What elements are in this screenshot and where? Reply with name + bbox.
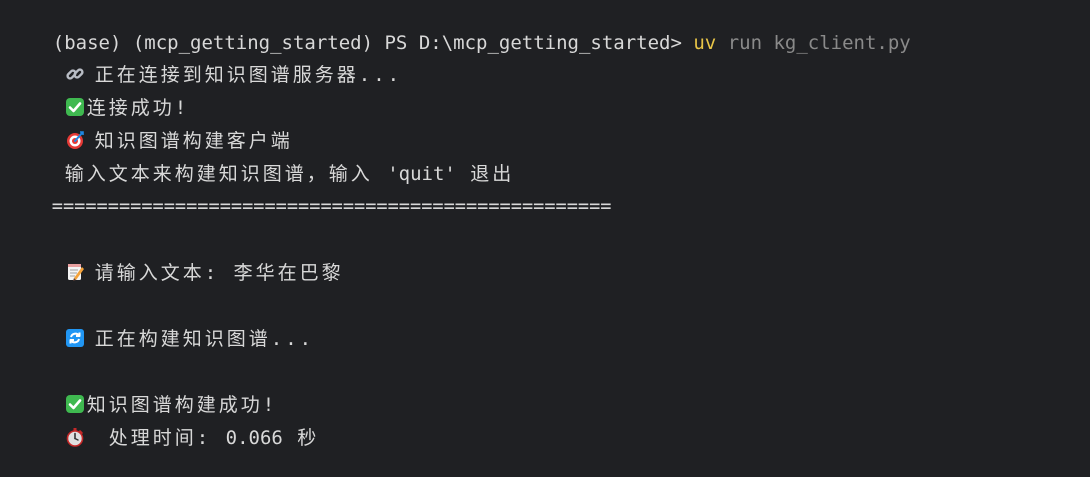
refresh-icon — [65, 329, 84, 347]
output-connecting: 正在连接到知识图谱服务器... — [7, 36, 402, 86]
time-label: 处理时间: — [108, 427, 226, 449]
output-connected: 连接成功! — [7, 69, 189, 119]
building-text: 正在构建知识图谱... — [94, 328, 315, 350]
time-unit: 秒 — [282, 427, 320, 449]
output-building: 正在构建知识图谱... — [7, 300, 314, 350]
command-name: uv — [693, 32, 717, 54]
input-value-text: 李华在巴黎 — [233, 262, 344, 284]
output-client-title: 知识图谱构建客户端 — [7, 102, 293, 152]
memo-icon — [67, 264, 84, 281]
stopwatch-icon — [66, 428, 84, 447]
command-args: run kg_client.py — [716, 32, 911, 54]
separator-text: ========================================… — [51, 196, 612, 217]
output-processing-time: 处理时间: 0.066 秒 — [7, 399, 319, 449]
input-prompt-text: 请输入文本: — [94, 262, 234, 284]
output-input-prompt: 请输入文本: 李华在巴黎 — [7, 234, 344, 284]
command-line: (base) (mcp_getting_started) PS D:\mcp_g… — [7, 4, 911, 54]
output-built: 知识图谱构建成功! — [7, 366, 277, 416]
terminal-window[interactable]: (base) (mcp_getting_started) PS D:\mcp_g… — [0, 0, 1090, 449]
output-instruction: 输入文本来构建知识图谱，输入 'quit' 退出 — [7, 135, 514, 185]
time-value: 0.066 — [225, 427, 283, 449]
output-separator: ========================================… — [7, 168, 612, 217]
